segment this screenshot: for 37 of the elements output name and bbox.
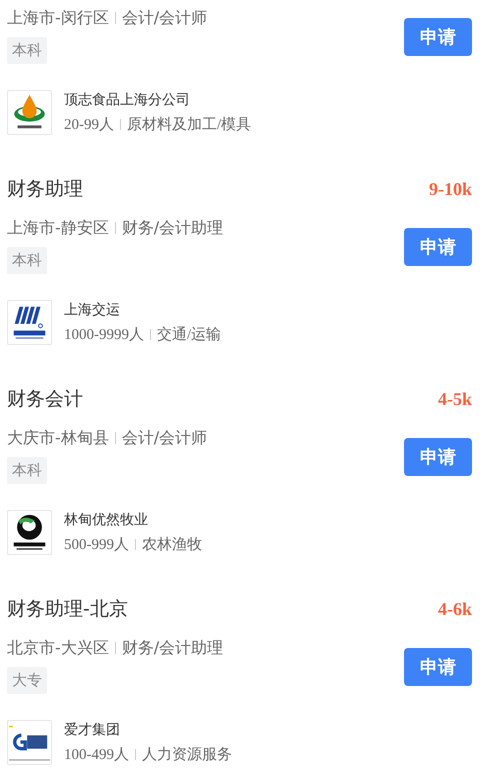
education-tag: 本科 <box>7 37 47 64</box>
apply-button[interactable]: 申请 <box>404 438 472 476</box>
apply-button[interactable]: 申请 <box>404 648 472 686</box>
education-tag: 本科 <box>7 457 47 484</box>
apply-button[interactable]: 申请 <box>404 18 472 56</box>
company-industry: 农林渔牧 <box>142 536 202 554</box>
company-name[interactable]: 上海交运 <box>64 301 222 319</box>
salary: 4-6k <box>438 598 472 620</box>
education-tag: 本科 <box>7 247 47 274</box>
job-title[interactable]: 财务助理-北京 <box>7 596 128 622</box>
company-industry: 人力资源服务 <box>142 746 232 764</box>
job-category: 会计/会计师 <box>122 8 208 28</box>
company-logo-icon <box>7 720 52 765</box>
salary: 9-10k <box>428 178 472 200</box>
company-name[interactable]: 林甸优然牧业 <box>64 511 202 529</box>
job-category: 财务/会计助理 <box>122 218 224 238</box>
company-name[interactable]: 顶志食品上海分公司 <box>64 91 252 109</box>
company-size: 1000-9999人 <box>64 326 144 344</box>
education-tag: 大专 <box>7 667 47 694</box>
company-size: 100-499人 <box>64 746 129 764</box>
company-industry: 原材料及加工/模具 <box>127 116 252 134</box>
company-size: 20-99人 <box>64 116 114 134</box>
job-category: 财务/会计助理 <box>122 638 224 658</box>
job-title[interactable]: 财务助理 <box>7 176 83 202</box>
job-location: 大庆市-林甸县 <box>7 428 109 448</box>
stripes-logo-icon <box>7 300 52 345</box>
drop-logo-icon <box>7 90 52 135</box>
salary: 4-5k <box>438 388 472 410</box>
job-location: 上海市-闵行区 <box>7 8 109 28</box>
company-size: 500-999人 <box>64 536 129 554</box>
job-location: 上海市-静安区 <box>7 218 109 238</box>
apply-button[interactable]: 申请 <box>404 228 472 266</box>
job-category: 会计/会计师 <box>122 428 208 448</box>
job-location: 北京市-大兴区 <box>7 638 109 658</box>
company-industry: 交通/运输 <box>157 325 222 344</box>
company-name[interactable]: 爱才集团 <box>64 721 232 739</box>
job-title[interactable]: 财务会计 <box>7 386 83 412</box>
